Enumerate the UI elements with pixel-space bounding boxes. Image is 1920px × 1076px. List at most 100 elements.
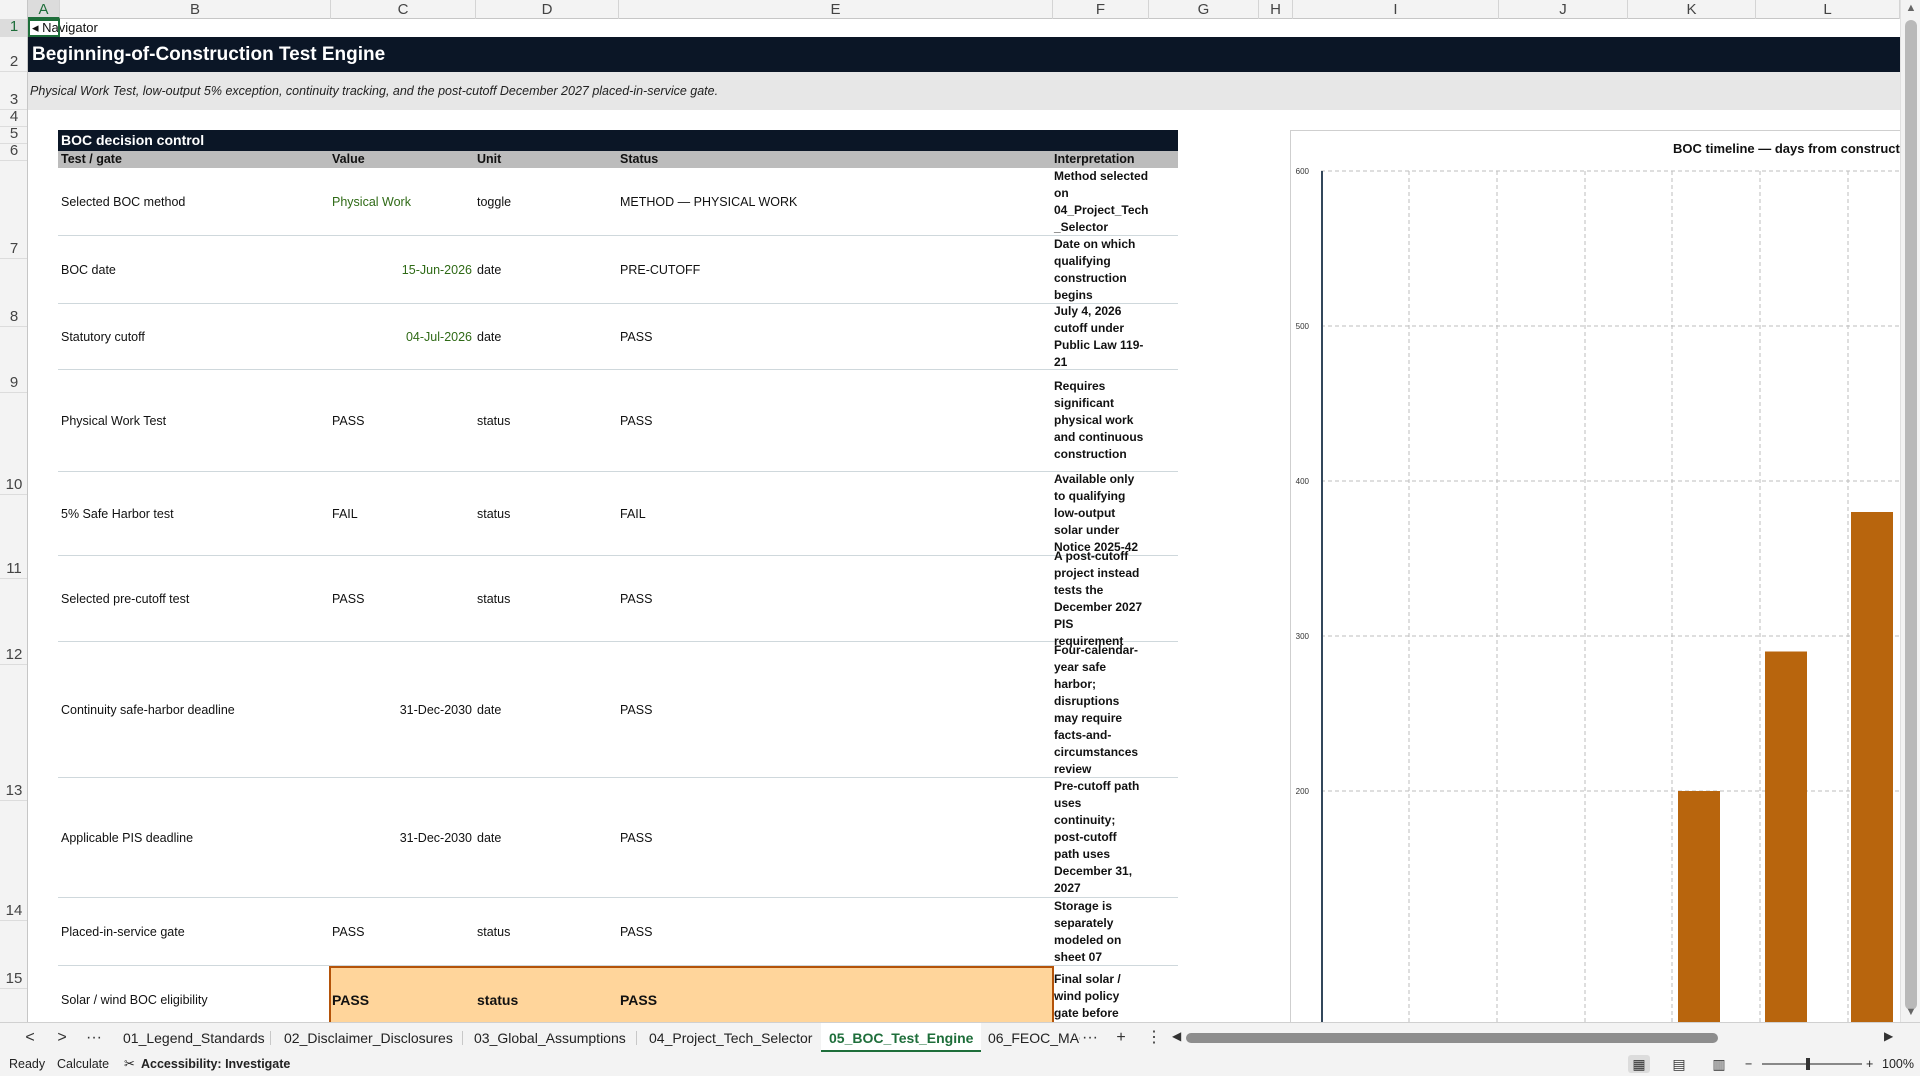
- column-header-K[interactable]: K: [1628, 0, 1756, 19]
- table-row[interactable]: 5% Safe Harbor test FAIL status FAIL Ava…: [58, 472, 1178, 556]
- row-header-15[interactable]: 15: [0, 921, 27, 989]
- column-header-F[interactable]: F: [1053, 0, 1149, 19]
- test-name: 5% Safe Harbor test: [61, 506, 174, 521]
- unit-cell: date: [477, 702, 502, 717]
- value-cell[interactable]: 04-Jul-2026: [329, 304, 474, 369]
- zoom-in-button[interactable]: +: [1866, 1052, 1873, 1076]
- value-cell[interactable]: PASS: [329, 370, 474, 471]
- horizontal-scroll-thumb[interactable]: [1186, 1033, 1718, 1043]
- normal-view-icon[interactable]: ▦: [1628, 1055, 1650, 1073]
- select-all-corner[interactable]: [0, 0, 28, 19]
- row-header-8[interactable]: 8: [0, 259, 27, 327]
- accessibility-icon[interactable]: ✂: [124, 1052, 135, 1076]
- boc-timeline-chart[interactable]: BOC timeline — days from construction st…: [1290, 130, 1900, 1022]
- table-row[interactable]: Physical Work Test PASS status PASS Requ…: [58, 370, 1178, 472]
- unit-cell: status: [477, 991, 519, 1008]
- column-header-H[interactable]: H: [1259, 0, 1293, 19]
- vertical-scrollbar[interactable]: ▲ ▼: [1900, 0, 1920, 1022]
- value-cell[interactable]: 15-Jun-2026: [329, 236, 474, 303]
- column-header-I[interactable]: I: [1293, 0, 1499, 19]
- column-header-L[interactable]: L: [1756, 0, 1900, 19]
- zoom-level[interactable]: 100%: [1882, 1052, 1914, 1076]
- unit-cell: status: [477, 591, 511, 606]
- test-name: Selected pre-cutoff test: [61, 591, 190, 606]
- row-header-bar: 1 2 3 4 5 6 7 8 9 10 11 12 13 14 15: [0, 19, 28, 1022]
- next-sheet-button[interactable]: >: [50, 1026, 74, 1050]
- header-test: Test / gate: [61, 152, 122, 166]
- sheet-grid: ◂ Navigator Beginning-of-Construction Te…: [28, 19, 1900, 1022]
- tab-03-global-assumptions[interactable]: 03_Global_Assumptions: [466, 1023, 634, 1053]
- row-header-7[interactable]: 7: [0, 161, 27, 259]
- scroll-right-icon[interactable]: ▶: [1884, 1029, 1893, 1043]
- column-header-G[interactable]: G: [1149, 0, 1259, 19]
- scroll-up-icon[interactable]: ▲: [1901, 2, 1920, 14]
- status-cell: PASS: [620, 329, 653, 344]
- prev-sheet-button[interactable]: <: [18, 1026, 42, 1050]
- test-name: BOC date: [61, 262, 116, 277]
- row-header-10[interactable]: 10: [0, 393, 27, 495]
- row-header-11[interactable]: 11: [0, 495, 27, 579]
- row-header-1[interactable]: 1: [0, 19, 27, 37]
- calculate-button[interactable]: Calculate: [57, 1052, 109, 1076]
- horizontal-scrollbar[interactable]: ◀ ▶: [1172, 1029, 1893, 1045]
- chart-bar: [1851, 512, 1893, 1022]
- interpretation-cell: Four-calendar-year safe harbor; disrupti…: [1054, 642, 1139, 776]
- status-cell: PASS: [620, 591, 653, 606]
- table-row[interactable]: Placed-in-service gate PASS status PASS …: [58, 898, 1178, 966]
- value-cell[interactable]: 31-Dec-2030: [329, 778, 474, 897]
- zoom-out-button[interactable]: −: [1745, 1052, 1752, 1076]
- row-header-3[interactable]: 3: [0, 72, 27, 110]
- table-row[interactable]: Applicable PIS deadline 31-Dec-2030 date…: [58, 778, 1178, 898]
- scroll-down-icon[interactable]: ▼: [1901, 1006, 1920, 1018]
- column-header-C[interactable]: C: [331, 0, 476, 19]
- chart-y-tick-label: 500: [1296, 322, 1310, 331]
- row-header-13[interactable]: 13: [0, 665, 27, 801]
- chart-bar: [1765, 651, 1807, 1022]
- tab-01-legend-standards[interactable]: 01_Legend_Standards: [115, 1023, 273, 1053]
- table-row[interactable]: Selected BOC method Physical Work toggle…: [58, 168, 1178, 236]
- row-header-9[interactable]: 9: [0, 327, 27, 393]
- row-header-14[interactable]: 14: [0, 801, 27, 921]
- page-layout-view-icon[interactable]: ▤: [1668, 1055, 1690, 1073]
- scroll-left-icon[interactable]: ◀: [1172, 1029, 1181, 1043]
- more-sheets-button[interactable]: ···: [82, 1026, 106, 1050]
- add-sheet-button[interactable]: +: [1109, 1026, 1133, 1050]
- column-header-B[interactable]: B: [60, 0, 331, 19]
- interpretation-cell: Final solar / wind policy gate before: [1054, 972, 1121, 1020]
- sheet-menu-button[interactable]: ⋮: [1142, 1026, 1166, 1050]
- column-header-A[interactable]: A: [28, 0, 60, 19]
- value-cell[interactable]: 31-Dec-2030: [329, 642, 474, 777]
- row-header-6[interactable]: 6: [0, 142, 27, 161]
- test-name: Selected BOC method: [61, 194, 186, 209]
- value-cell[interactable]: PASS: [329, 966, 474, 1022]
- table-row[interactable]: Selected pre-cutoff test PASS status PAS…: [58, 548, 1178, 648]
- active-cell-cursor: [28, 19, 60, 37]
- value-cell[interactable]: Physical Work: [329, 168, 474, 235]
- column-header-J[interactable]: J: [1499, 0, 1628, 19]
- tab-separator: [270, 1031, 271, 1045]
- tab-05-boc-test-engine[interactable]: 05_BOC_Test_Engine: [821, 1023, 982, 1053]
- status-bar: Ready Calculate ✂ Accessibility: Investi…: [0, 1052, 1920, 1076]
- value-cell[interactable]: FAIL: [329, 472, 474, 555]
- value-cell[interactable]: PASS: [329, 898, 474, 965]
- overflow-sheets-button[interactable]: ···: [1078, 1026, 1102, 1050]
- table-row[interactable]: Continuity safe-harbor deadline 31-Dec-2…: [58, 642, 1178, 778]
- vertical-scroll-thumb[interactable]: [1905, 20, 1917, 1010]
- accessibility-status[interactable]: Accessibility: Investigate: [141, 1052, 290, 1076]
- tab-06-feoc-mac[interactable]: 06_FEOC_MAC: [980, 1023, 1080, 1053]
- row-header-12[interactable]: 12: [0, 579, 27, 665]
- zoom-slider[interactable]: [1762, 1063, 1862, 1065]
- interpretation-cell: A post-cutoff project instead tests the …: [1054, 548, 1143, 648]
- column-header-E[interactable]: E: [619, 0, 1053, 19]
- table-row-highlighted[interactable]: Solar / wind BOC eligibility PASS status…: [58, 966, 1178, 1022]
- tab-04-project-tech-selector[interactable]: 04_Project_Tech_Selector: [641, 1023, 820, 1053]
- row-header-2[interactable]: 2: [0, 37, 27, 72]
- table-row[interactable]: Statutory cutoff 04-Jul-2026 date PASS J…: [58, 304, 1178, 370]
- table-row[interactable]: BOC date 15-Jun-2026 date PRE-CUTOFF Dat…: [58, 236, 1178, 304]
- value-cell[interactable]: PASS: [329, 556, 474, 641]
- page-break-view-icon[interactable]: ▥: [1708, 1055, 1730, 1073]
- tab-02-disclaimer-disclosures[interactable]: 02_Disclaimer_Disclosures: [276, 1023, 461, 1053]
- zoom-slider-thumb[interactable]: [1806, 1058, 1810, 1070]
- column-header-D[interactable]: D: [476, 0, 619, 19]
- chart-bar: [1678, 791, 1720, 1022]
